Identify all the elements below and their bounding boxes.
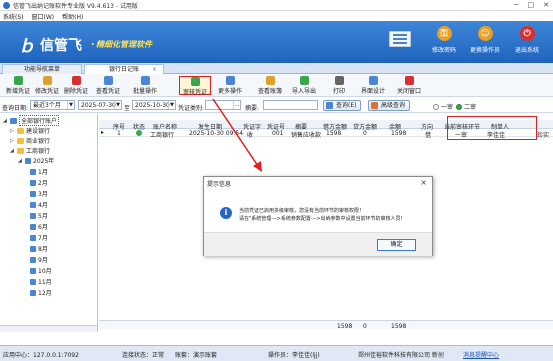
dialog-title: 提示信息 xyxy=(207,181,232,188)
message-center-link[interactable]: 消息提醒中心 xyxy=(463,350,499,359)
dialog-message-2: 请在"系统管理--->系统参数配置--->出纳参数中设置当前环节的审核人员！ xyxy=(239,216,406,222)
close-icon[interactable]: × xyxy=(420,178,427,187)
dialog-footer: 确定 xyxy=(204,232,432,256)
status-bar: 应用中心：127.0.0.1:7092 连接状态：正常 账套：演示账套 操作员：… xyxy=(0,345,553,361)
ok-button[interactable]: 确定 xyxy=(377,239,416,251)
status-company: 郑州佳裕软件科技有限公司 新创 xyxy=(358,352,444,359)
status-app-center: 应用中心：127.0.0.1:7092 xyxy=(3,352,79,359)
status-connection: 连接状态：正常 xyxy=(122,352,165,359)
status-operator: 操作员：李佳佳(ljj) xyxy=(268,352,320,359)
info-icon: i xyxy=(220,207,232,219)
status-ledger: 账套：演示账套 xyxy=(175,352,218,359)
dialog-message-1: 当前凭证已启用多级审核，您没有当前环节的审核权限！ xyxy=(239,208,365,214)
info-dialog: 提示信息 × i 当前凭证已启用多级审核，您没有当前环节的审核权限！ 请在"系统… xyxy=(203,176,433,256)
